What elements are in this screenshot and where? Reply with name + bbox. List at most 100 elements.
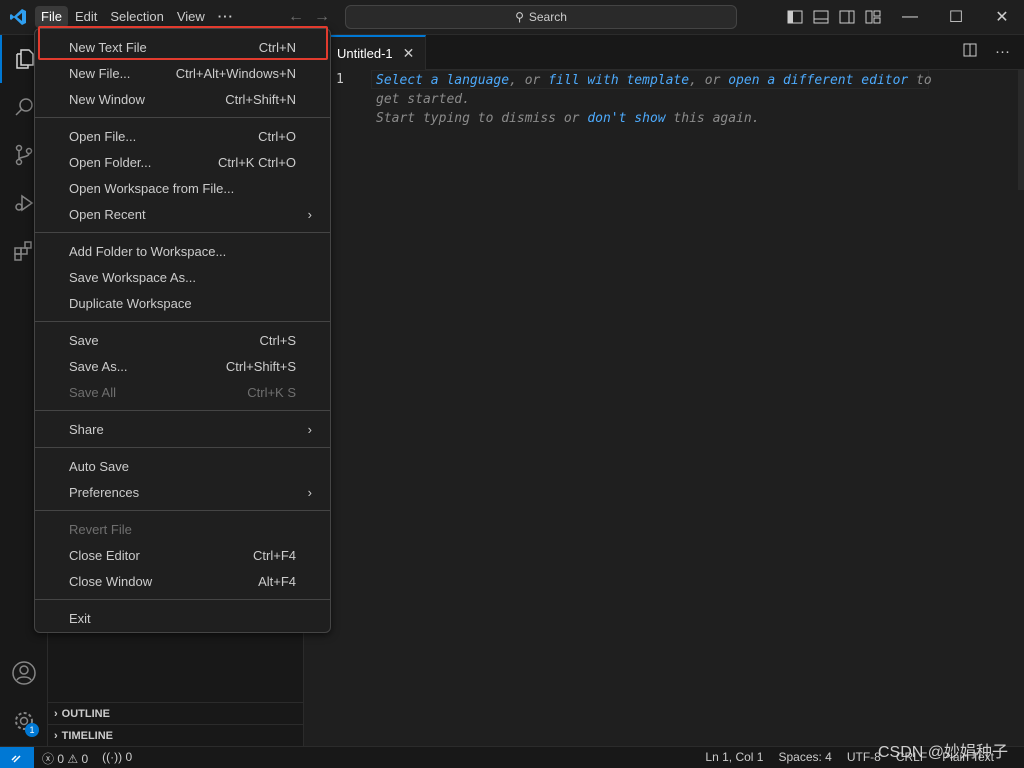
menu-separator bbox=[35, 447, 330, 448]
menu-bar: File Edit Selection View ··· bbox=[35, 6, 241, 28]
timeline-label: TIMELINE bbox=[61, 729, 114, 742]
encoding[interactable]: UTF-8 bbox=[847, 750, 881, 764]
menu-item-shortcut: Ctrl+K Ctrl+O bbox=[217, 154, 296, 170]
menu-item-shortcut: Ctrl+N bbox=[258, 39, 296, 55]
timeline-section-header[interactable]: › TIMELINE bbox=[48, 724, 304, 746]
menu-item-revert-file: Revert File bbox=[39, 516, 326, 542]
menu-item-label: Add Folder to Workspace... bbox=[69, 243, 227, 259]
menu-item-shortcut: Ctrl+K S bbox=[247, 384, 296, 400]
outline-section-header[interactable]: › OUTLINE bbox=[48, 702, 304, 724]
menu-item-label: Share bbox=[69, 421, 104, 437]
menu-item-new-window[interactable]: New Window Ctrl+Shift+N bbox=[39, 86, 326, 112]
menu-item-shortcut: Ctrl+Alt+Windows+N bbox=[175, 65, 296, 81]
more-actions-icon[interactable]: ··· bbox=[995, 43, 1010, 61]
hint-text: , or bbox=[509, 73, 549, 88]
menu-more[interactable]: ··· bbox=[212, 6, 240, 28]
remote-indicator-icon[interactable] bbox=[0, 747, 34, 768]
menu-item-label: Exit bbox=[69, 610, 91, 626]
menu-item-label: Duplicate Workspace bbox=[69, 295, 192, 311]
menu-item-label: Open Recent bbox=[69, 206, 146, 222]
watermark: CSDN @妙娟种子 bbox=[877, 744, 1008, 761]
menu-item-label: New Text File bbox=[69, 39, 147, 55]
menu-item-new-file[interactable]: New File... Ctrl+Alt+Windows+N bbox=[39, 60, 326, 86]
minimize-button[interactable]: — bbox=[887, 0, 933, 34]
menu-item-close-window[interactable]: Close Window Alt+F4 bbox=[39, 568, 326, 594]
menu-item-label: Open Workspace from File... bbox=[69, 180, 235, 196]
menu-item-open-workspace[interactable]: Open Workspace from File... bbox=[39, 175, 326, 201]
editor-area[interactable]: 1 Select a language, or fill with templa… bbox=[305, 70, 1024, 746]
menu-item-save-as[interactable]: Save As... Ctrl+Shift+S bbox=[39, 353, 326, 379]
menu-item-share[interactable]: Share › bbox=[39, 416, 326, 442]
select-language-link[interactable]: Select a language bbox=[376, 73, 509, 88]
menu-item-save[interactable]: Save Ctrl+S bbox=[39, 327, 326, 353]
customize-layout-icon[interactable] bbox=[864, 8, 882, 26]
menu-item-label: Auto Save bbox=[69, 458, 129, 474]
problems-indicator[interactable]: ⓧ 0 ⚠ 0 bbox=[42, 750, 88, 767]
toggle-secondary-sidebar-icon[interactable] bbox=[838, 8, 856, 26]
menu-item-label: New File... bbox=[69, 65, 131, 81]
menu-item-new-text-file[interactable]: New Text File Ctrl+N bbox=[39, 34, 326, 60]
menu-item-label: Revert File bbox=[69, 521, 132, 537]
chevron-right-icon: › bbox=[54, 707, 58, 720]
menu-separator bbox=[35, 599, 330, 600]
toggle-panel-icon[interactable] bbox=[812, 8, 830, 26]
accounts-icon[interactable] bbox=[0, 649, 48, 697]
hint-text: to bbox=[908, 73, 932, 88]
menu-item-auto-save[interactable]: Auto Save bbox=[39, 453, 326, 479]
layout-controls bbox=[786, 8, 882, 26]
menu-item-label: Save As... bbox=[69, 358, 128, 374]
vscode-logo-icon bbox=[8, 7, 28, 27]
menu-item-close-editor[interactable]: Close Editor Ctrl+F4 bbox=[39, 542, 326, 568]
ports-indicator[interactable]: ((·)) 0 bbox=[102, 750, 132, 767]
cursor-position[interactable]: Ln 1, Col 1 bbox=[705, 750, 763, 764]
chevron-right-icon: › bbox=[54, 729, 58, 742]
menu-view[interactable]: View bbox=[171, 6, 211, 28]
hint-text: get started. bbox=[376, 92, 470, 107]
hint-text: , or bbox=[689, 73, 729, 88]
command-center-search[interactable]: ⚲ Search bbox=[345, 5, 737, 29]
menu-item-open-file[interactable]: Open File... Ctrl+O bbox=[39, 123, 326, 149]
line-number: 1 bbox=[336, 72, 344, 87]
menu-item-label: New Window bbox=[69, 91, 145, 107]
menu-item-add-folder[interactable]: Add Folder to Workspace... bbox=[39, 238, 326, 264]
menu-item-shortcut: Ctrl+Shift+S bbox=[225, 358, 296, 374]
menu-item-label: Open Folder... bbox=[69, 154, 152, 170]
open-different-editor-link[interactable]: open a different editor bbox=[728, 73, 908, 88]
settings-update-badge: 1 bbox=[25, 723, 39, 737]
menu-separator bbox=[35, 410, 330, 411]
indentation[interactable]: Spaces: 4 bbox=[778, 750, 831, 764]
search-icon: ⚲ bbox=[515, 10, 524, 24]
menu-item-preferences[interactable]: Preferences › bbox=[39, 479, 326, 505]
menu-item-save-workspace-as[interactable]: Save Workspace As... bbox=[39, 264, 326, 290]
menu-item-label: Save All bbox=[69, 384, 116, 400]
menu-file[interactable]: File bbox=[35, 6, 68, 28]
warning-count: 0 bbox=[81, 752, 89, 766]
fill-template-link[interactable]: fill with template bbox=[548, 73, 689, 88]
untitled-hint: Select a language, or fill with template… bbox=[376, 71, 932, 128]
menu-edit[interactable]: Edit bbox=[69, 6, 103, 28]
nav-arrows: ← → bbox=[288, 8, 330, 26]
hint-text: this again. bbox=[665, 111, 760, 126]
forward-arrow-icon[interactable]: → bbox=[314, 8, 330, 26]
menu-item-shortcut: Ctrl+O bbox=[258, 128, 296, 144]
vertical-scrollbar[interactable] bbox=[1018, 70, 1024, 190]
close-window-button[interactable]: ✕ bbox=[979, 0, 1024, 34]
maximize-button[interactable]: ☐ bbox=[933, 0, 979, 34]
tab-untitled-1[interactable]: Untitled-1 ✕ bbox=[330, 35, 426, 70]
menu-item-open-recent[interactable]: Open Recent › bbox=[39, 201, 326, 227]
toggle-primary-sidebar-icon[interactable] bbox=[786, 8, 804, 26]
manage-gear-icon[interactable]: 1 bbox=[0, 697, 48, 745]
menu-item-save-all: Save All Ctrl+K S bbox=[39, 379, 326, 405]
menu-item-label: Save bbox=[69, 332, 99, 348]
menu-item-exit[interactable]: Exit bbox=[39, 605, 326, 631]
dont-show-link[interactable]: don't show bbox=[587, 111, 665, 126]
tab-title: Untitled-1 bbox=[337, 46, 393, 61]
split-editor-icon[interactable] bbox=[963, 43, 977, 61]
menu-item-duplicate-workspace[interactable]: Duplicate Workspace bbox=[39, 290, 326, 316]
menu-item-label: Close Window bbox=[69, 573, 153, 589]
tab-close-icon[interactable]: ✕ bbox=[403, 45, 415, 62]
back-arrow-icon[interactable]: ← bbox=[288, 8, 304, 26]
menu-item-shortcut: Ctrl+Shift+N bbox=[225, 91, 296, 107]
menu-item-open-folder[interactable]: Open Folder... Ctrl+K Ctrl+O bbox=[39, 149, 326, 175]
menu-selection[interactable]: Selection bbox=[104, 6, 169, 28]
